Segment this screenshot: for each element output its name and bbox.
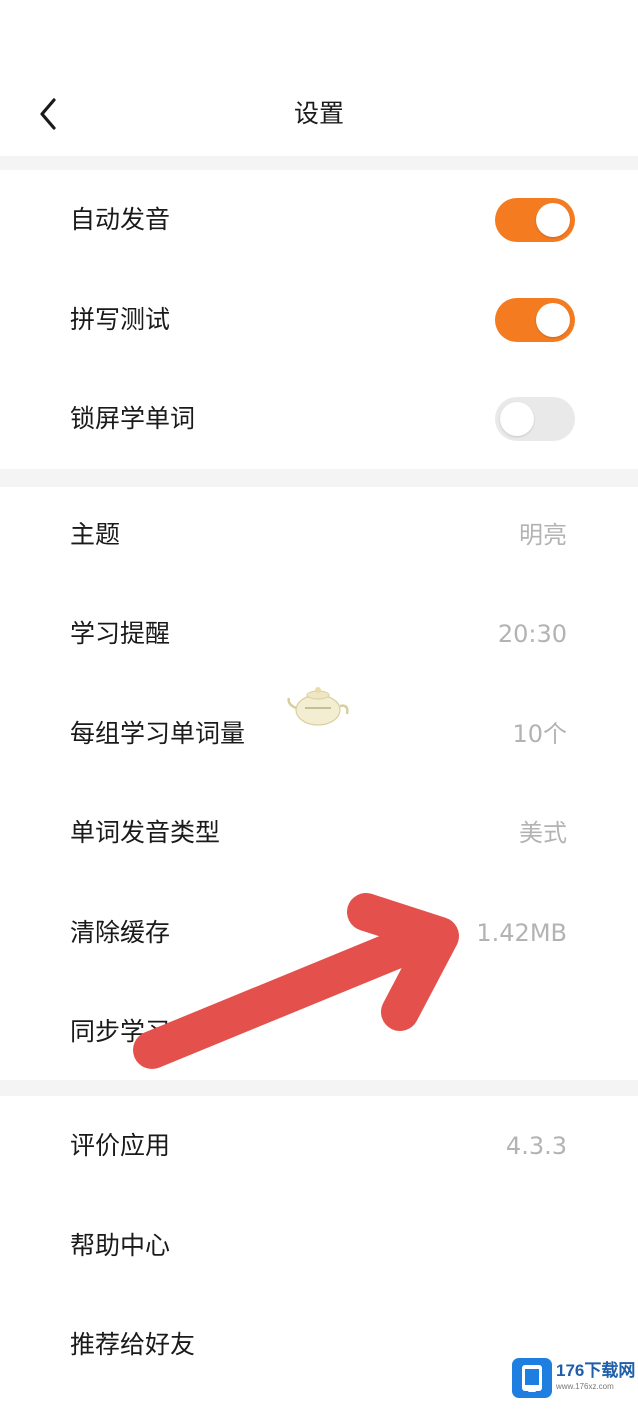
setting-label: 推荐给好友 [70,1330,196,1359]
setting-row-help-center[interactable]: 帮助中心 [0,1196,638,1296]
toggle-knob [536,203,570,237]
setting-label: 帮助中心 [70,1231,171,1260]
setting-row-sync-study[interactable]: 同步学习 [0,982,638,1082]
toggle-knob [536,303,570,337]
setting-label: 锁屏学单词 [70,404,196,433]
setting-row-auto-pronounce[interactable]: 自动发音 [0,170,638,270]
section-divider [0,1080,638,1096]
setting-value: 明亮 [519,521,567,549]
page-title: 设置 [293,99,344,128]
spelling-test-toggle[interactable] [495,298,575,342]
top-bar: 设置 [0,0,638,156]
section-divider [0,156,638,170]
setting-label: 清除缓存 [70,918,171,947]
setting-label: 自动发音 [70,205,171,234]
setting-value: 1.42MB [476,919,567,947]
setting-label: 单词发音类型 [70,818,221,847]
setting-label: 拼写测试 [70,305,171,334]
watermark-text: 176下载网 [556,1361,636,1380]
setting-row-clear-cache[interactable]: 清除缓存 1.42MB [0,883,638,983]
setting-label: 评价应用 [70,1131,171,1160]
setting-value: 20:30 [497,620,567,648]
site-watermark: 176下载网 www.176xz.com [512,1358,636,1398]
setting-value: 10个 [512,720,567,748]
watermark-logo-icon [512,1358,552,1398]
setting-row-lockscreen-words[interactable]: 锁屏学单词 [0,369,638,469]
setting-label: 每组学习单词量 [70,719,246,748]
auto-pronounce-toggle[interactable] [495,198,575,242]
setting-label: 同步学习 [70,1017,171,1046]
setting-label: 学习提醒 [70,619,171,648]
lockscreen-words-toggle[interactable] [495,397,575,441]
teapot-icon [287,687,349,726]
toggle-knob [500,402,534,436]
watermark-url: www.176xz.com [556,1382,614,1391]
settings-screen: 设置 自动发音 拼写测试 锁屏学单词 主题 明亮 学习提醒 20:30 每组学习… [0,0,638,1420]
setting-row-theme[interactable]: 主题 明亮 [0,485,638,585]
setting-label: 主题 [70,520,121,549]
setting-row-spelling-test[interactable]: 拼写测试 [0,270,638,370]
setting-value: 美式 [519,819,567,847]
setting-row-study-reminder[interactable]: 学习提醒 20:30 [0,584,638,684]
setting-value: 4.3.3 [505,1132,567,1160]
setting-row-pronunciation-type[interactable]: 单词发音类型 美式 [0,783,638,883]
setting-row-rate-app[interactable]: 评价应用 4.3.3 [0,1096,638,1196]
